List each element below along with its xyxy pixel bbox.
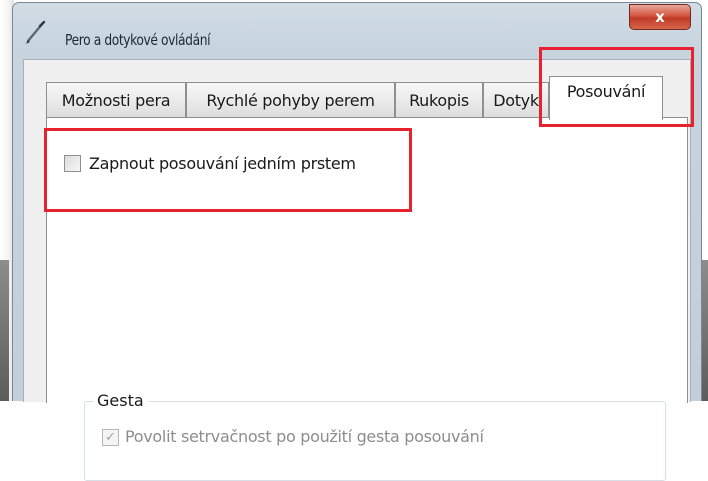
close-button[interactable]: x [629,4,691,30]
background-right-dark [702,260,708,401]
tab-pen-flicks[interactable]: Rychlé pohyby perem [186,82,395,118]
background-left-dark [0,260,9,401]
close-icon: x [655,8,665,26]
inertia-checkbox[interactable]: ✓ [102,429,119,446]
highlight-checkbox-annotation [44,128,412,212]
pen-icon [23,19,49,45]
tab-pen-options[interactable]: Možnosti pera [46,82,186,118]
inertia-checkbox-label: Povolit setrvačnost po použití gesta pos… [125,427,484,446]
tab-handwriting[interactable]: Rukopis [395,82,483,118]
highlight-tab-annotation [539,47,694,127]
window-title: Pero a dotykové ovládání [65,31,211,49]
gestures-group: Gesta ✓ Povolit setrvačnost po použití g… [84,391,666,481]
